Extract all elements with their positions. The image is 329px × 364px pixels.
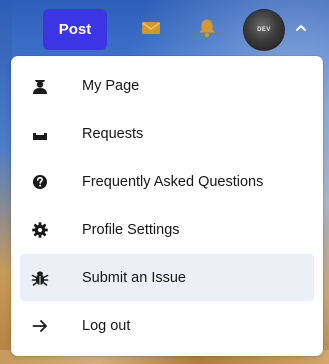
menu-item-submit-issue[interactable]: Submit an Issue [20,254,314,301]
avatar-text: DEV [257,27,271,33]
menu-item-log-out[interactable]: Log out [20,302,314,349]
avatar[interactable]: DEV [243,9,285,51]
post-button[interactable]: Post [43,9,107,50]
menu-item-my-page[interactable]: My Page [20,62,314,109]
menu-item-label: My Page [82,77,140,94]
menu-item-label: Requests [82,125,144,142]
user-badge-icon [30,76,50,96]
requests-icon [30,124,50,144]
question-icon [30,172,50,192]
bug-icon [30,268,50,288]
menu-item-profile-settings[interactable]: Profile Settings [20,206,314,253]
menu-item-faq[interactable]: Frequently Asked Questions [20,158,314,205]
gear-icon [30,220,50,240]
mail-icon[interactable] [141,18,161,38]
menu-item-label: Submit an Issue [82,269,186,286]
menu-item-label: Frequently Asked Questions [82,173,264,190]
bell-icon[interactable] [197,18,217,38]
user-dropdown-menu: My Page Requests Frequently Asked Questi… [11,56,323,356]
arrow-right-icon [30,316,50,336]
menu-item-requests[interactable]: Requests [20,110,314,157]
chevron-up-icon[interactable] [294,21,308,35]
menu-item-label: Log out [82,317,131,334]
top-bar: Post DEV [0,0,329,60]
menu-item-label: Profile Settings [82,221,180,238]
